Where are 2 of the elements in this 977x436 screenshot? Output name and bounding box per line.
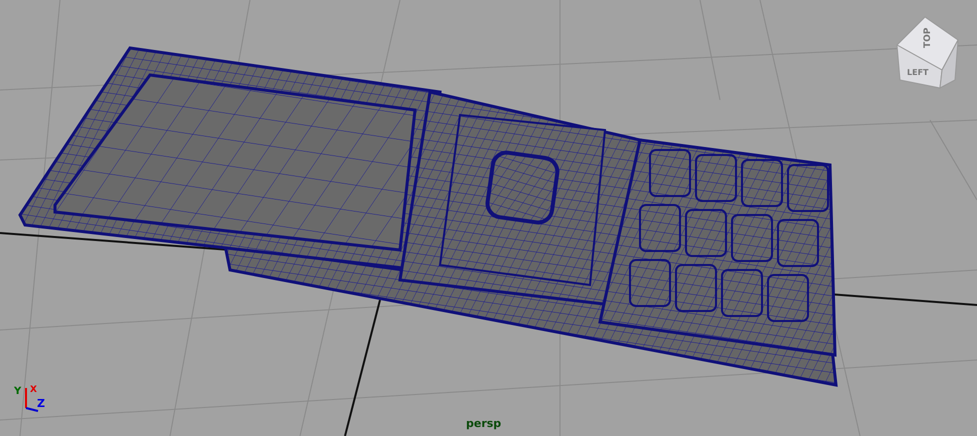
camera-label: persp <box>466 417 502 430</box>
axis-indicator: Y X Z <box>14 385 45 412</box>
